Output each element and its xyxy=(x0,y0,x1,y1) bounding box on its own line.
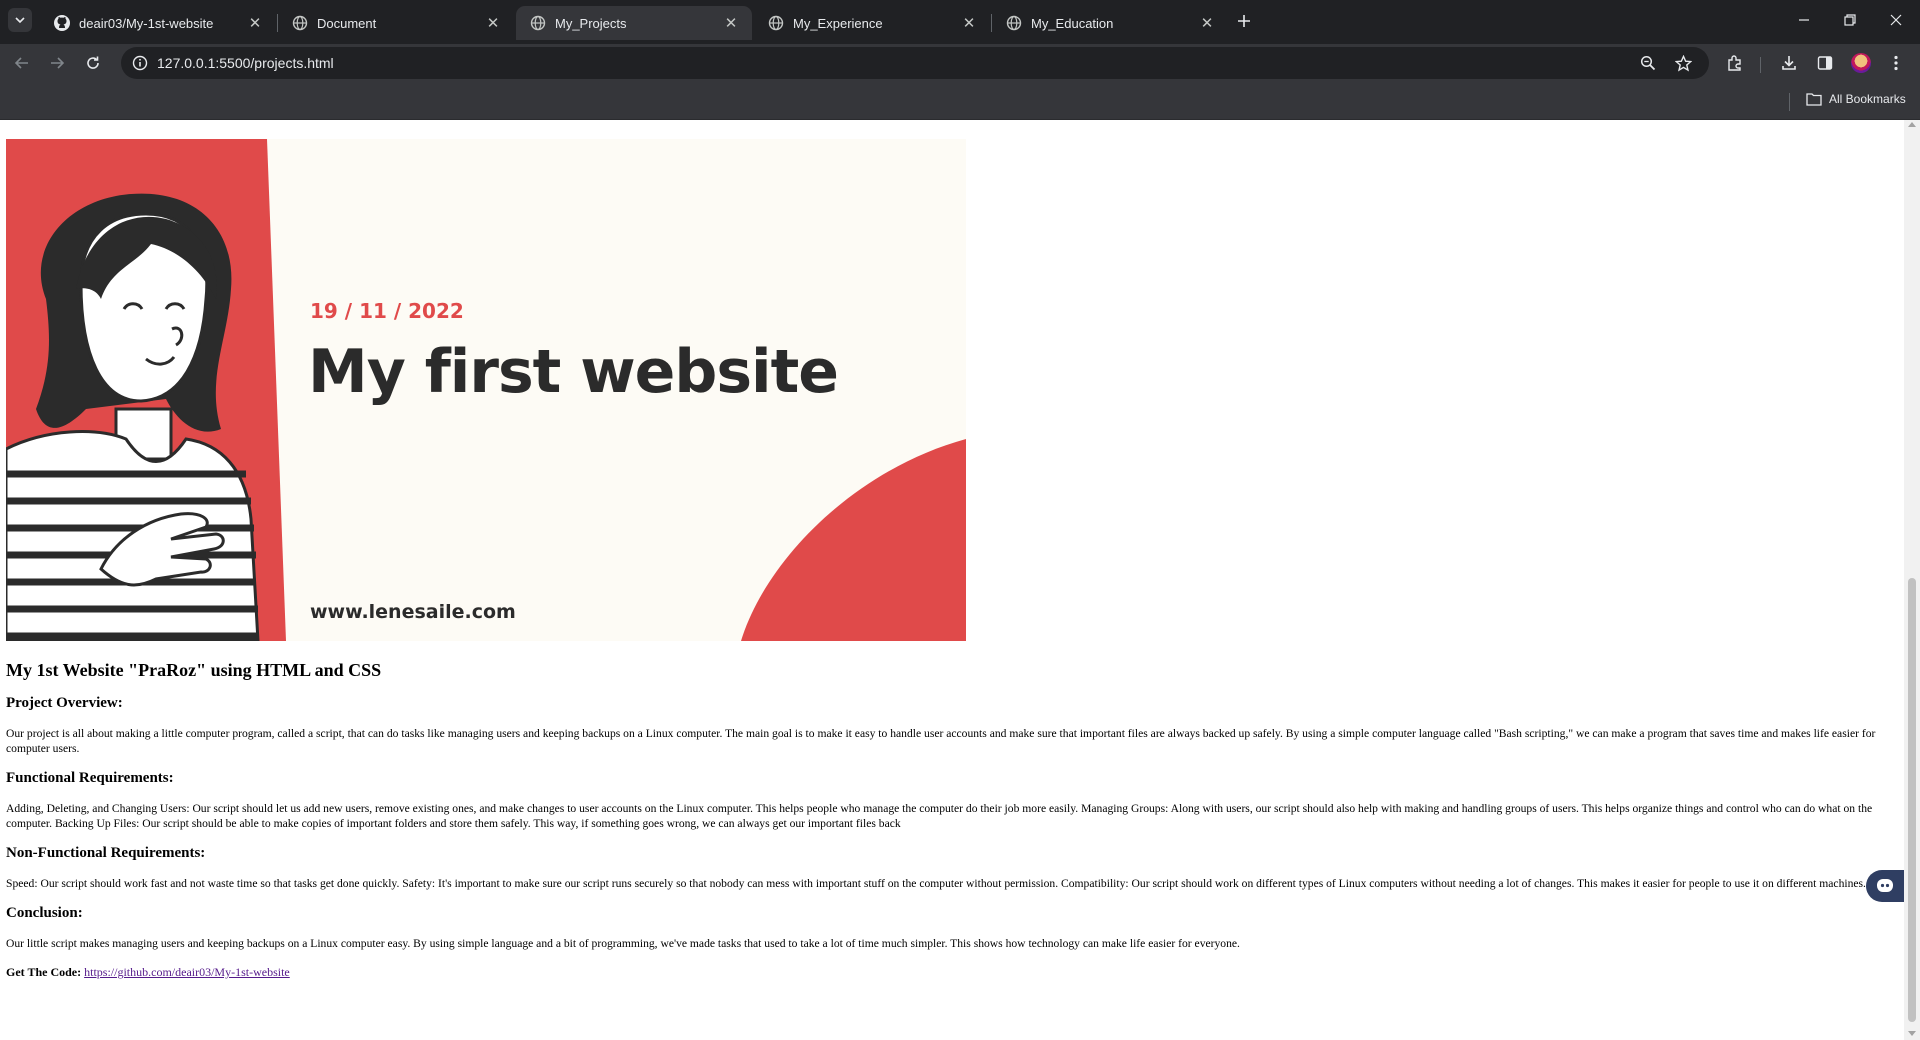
get-code-label: Get The Code: xyxy=(6,965,82,979)
get-code-line: Get The Code: https://github.com/deair03… xyxy=(6,965,1886,980)
section-text-conclusion: Our little script makes managing users a… xyxy=(6,937,1240,950)
address-bar[interactable]: 127.0.0.1:5500/projects.html xyxy=(121,47,1709,79)
url-text: 127.0.0.1:5500/projects.html xyxy=(157,55,334,71)
scroll-up-arrow-icon[interactable] xyxy=(1908,122,1916,127)
github-icon xyxy=(54,15,70,31)
globe-icon xyxy=(1006,15,1022,31)
bookmark-star-icon[interactable] xyxy=(1674,54,1692,72)
restore-icon xyxy=(1844,14,1856,26)
section-text-overview: Our project is all about making a little… xyxy=(6,727,1876,755)
tab-strip: deair03/My-1st-website ✕ Document ✕ My_P… xyxy=(0,0,1920,44)
window-close-button[interactable] xyxy=(1873,0,1919,40)
side-panel-icon[interactable] xyxy=(1815,53,1835,73)
page-viewport: 19 / 11 / 2022 My first website www.lene… xyxy=(0,120,1904,1040)
folder-icon xyxy=(1806,93,1822,106)
tab-title: My_Experience xyxy=(793,15,883,31)
bookmarks-divider xyxy=(1789,93,1790,111)
new-tab-button[interactable] xyxy=(1231,8,1257,34)
scrollbar-thumb[interactable] xyxy=(1908,578,1916,1022)
restore-button[interactable] xyxy=(1827,0,1873,40)
plus-icon xyxy=(1238,15,1250,27)
tab-title: Document xyxy=(317,15,377,31)
menu-icon[interactable] xyxy=(1886,53,1906,73)
toolbar-divider xyxy=(1760,57,1761,73)
close-icon[interactable]: ✕ xyxy=(722,14,740,32)
zoom-icon[interactable] xyxy=(1639,54,1657,72)
tab-my-experience[interactable]: My_Experience ✕ xyxy=(754,6,990,40)
globe-icon xyxy=(530,15,546,31)
tab-search-button[interactable] xyxy=(8,8,32,32)
page-heading: My 1st Website "PraRoz" using HTML and C… xyxy=(6,660,382,680)
tab-title: deair03/My-1st-website xyxy=(79,15,214,31)
reload-button[interactable] xyxy=(79,49,107,77)
tab-title: My_Projects xyxy=(555,15,627,31)
github-repo-link[interactable]: https://github.com/deair03/My-1st-websit… xyxy=(84,965,290,979)
minimize-button[interactable] xyxy=(1781,0,1827,40)
tab-document[interactable]: Document ✕ xyxy=(278,6,514,40)
project-description: My 1st Website "PraRoz" using HTML and C… xyxy=(6,660,1886,980)
tab-my-education[interactable]: My_Education ✕ xyxy=(992,6,1228,40)
close-icon[interactable]: ✕ xyxy=(960,14,978,32)
bookmarks-bar: All Bookmarks xyxy=(0,82,1920,120)
arrow-left-icon xyxy=(14,57,28,69)
tab-title: My_Education xyxy=(1031,15,1114,31)
tab-github[interactable]: deair03/My-1st-website ✕ xyxy=(40,6,276,40)
minimize-icon xyxy=(1799,19,1809,21)
banner-title: My first website xyxy=(308,337,839,407)
section-title-non-functional: Non-Functional Requirements: xyxy=(6,845,206,861)
chat-bot-icon xyxy=(1877,879,1893,892)
close-icon xyxy=(1890,14,1902,26)
chevron-down-icon xyxy=(15,17,25,24)
browser-toolbar: 127.0.0.1:5500/projects.html xyxy=(0,44,1920,82)
scroll-down-arrow-icon[interactable] xyxy=(1908,1031,1916,1036)
forward-button[interactable] xyxy=(43,49,71,77)
back-button[interactable] xyxy=(8,49,36,77)
arrow-right-icon xyxy=(51,57,65,69)
tab-my-projects[interactable]: My_Projects ✕ xyxy=(516,6,752,40)
globe-icon xyxy=(292,15,308,31)
section-title-overview: Project Overview: xyxy=(6,695,123,711)
reload-icon xyxy=(87,56,99,69)
chat-widget-button[interactable] xyxy=(1866,870,1904,902)
close-icon[interactable]: ✕ xyxy=(484,14,502,32)
section-text-non-functional: Speed: Our script should work fast and n… xyxy=(6,877,1866,890)
all-bookmarks-label: All Bookmarks xyxy=(1829,92,1906,106)
site-info-icon[interactable] xyxy=(132,55,148,71)
close-icon[interactable]: ✕ xyxy=(1198,14,1216,32)
section-title-functional: Functional Requirements: xyxy=(6,770,174,786)
close-icon[interactable]: ✕ xyxy=(246,14,264,32)
profile-avatar[interactable] xyxy=(1851,53,1871,73)
download-icon[interactable] xyxy=(1779,53,1799,73)
all-bookmarks-button[interactable]: All Bookmarks xyxy=(1806,92,1906,106)
banner-date: 19 / 11 / 2022 xyxy=(310,299,464,323)
section-text-functional: Adding, Deleting, and Changing Users: Ou… xyxy=(6,802,1873,830)
extensions-icon[interactable] xyxy=(1725,53,1745,73)
page-scrollbar[interactable] xyxy=(1904,120,1920,1040)
section-title-conclusion: Conclusion: xyxy=(6,905,83,921)
project-banner-image: 19 / 11 / 2022 My first website www.lene… xyxy=(6,139,966,641)
banner-site-url: www.lenesaile.com xyxy=(310,601,516,623)
globe-icon xyxy=(768,15,784,31)
